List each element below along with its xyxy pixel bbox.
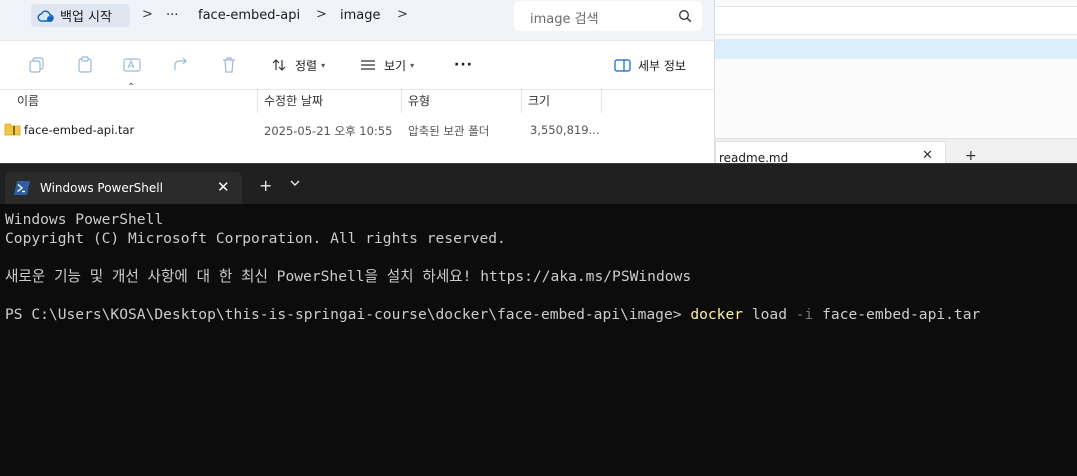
cloud-backup-icon <box>37 10 54 22</box>
view-list-icon <box>361 60 375 70</box>
command-line[interactable]: PS C:\Users\KOSA\Desktop\this-is-springa… <box>5 305 1065 324</box>
column-header-type[interactable]: 유형 <box>408 92 430 109</box>
details-pane-icon <box>614 58 631 72</box>
command-flag: -i <box>795 306 814 323</box>
view-button[interactable]: 보기 ▾ <box>360 53 414 77</box>
new-tab-icon[interactable]: + <box>259 176 272 195</box>
search-icon <box>679 10 692 23</box>
sort-label: 정렬 <box>295 58 318 73</box>
background-editor-window: readme.md ✕ + <box>714 0 1077 165</box>
chevron-right-icon: > <box>316 7 327 22</box>
command-bar: 정렬 ▾ 보기 ▾ ··· 세부 정보 <box>0 40 714 90</box>
selected-line-highlight <box>715 39 1077 59</box>
editor-toolbar <box>715 6 1077 35</box>
search-placeholder: image 검색 <box>530 12 599 27</box>
terminal-line: 새로운 기능 및 개선 사항에 대 한 최신 PowerShell을 설치 하세… <box>5 268 692 285</box>
breadcrumb-home-label: 백업 시작 <box>60 10 112 25</box>
search-input[interactable]: image 검색 <box>514 1 702 31</box>
details-label: 세부 정보 <box>638 58 686 73</box>
column-divider[interactable] <box>257 88 258 113</box>
breadcrumb-home[interactable]: 백업 시작 <box>31 4 130 27</box>
file-name: face-embed-api.tar <box>24 123 135 137</box>
column-divider[interactable] <box>401 88 402 113</box>
more-icon: ··· <box>454 57 473 73</box>
file-explorer-window: 백업 시작 > ··· face-embed-api > image > ima… <box>0 0 714 163</box>
breadcrumb-overflow[interactable]: ··· <box>166 8 178 23</box>
chevron-right-icon[interactable]: > <box>397 7 408 22</box>
column-divider[interactable] <box>601 88 602 113</box>
sort-button[interactable]: 정렬 ▾ <box>271 53 325 77</box>
file-size: 3,550,819... <box>530 123 600 137</box>
sort-icon <box>272 59 286 71</box>
chevron-down-icon[interactable] <box>289 178 301 188</box>
rename-icon[interactable] <box>123 56 141 74</box>
column-header-modified[interactable]: 수정한 날짜 <box>264 92 323 109</box>
terminal-output[interactable]: Windows PowerShell Copyright (C) Microso… <box>5 210 1065 324</box>
chevron-down-icon: ▾ <box>321 60 326 70</box>
copy-icon[interactable] <box>28 56 46 74</box>
paste-icon[interactable] <box>76 56 94 74</box>
sort-ascending-icon: ⌃ <box>127 82 136 93</box>
details-pane-button[interactable]: 세부 정보 <box>614 53 686 77</box>
close-icon[interactable]: ✕ <box>217 178 230 196</box>
address-bar: 백업 시작 > ··· face-embed-api > image > ima… <box>0 0 714 40</box>
powershell-window: Windows PowerShell ✕ + Windows PowerShel… <box>0 163 1077 476</box>
terminal-tab-bar: Windows PowerShell ✕ + <box>0 163 1077 204</box>
chevron-down-icon: ▾ <box>410 60 415 70</box>
powershell-icon <box>14 181 30 195</box>
command-arg: face-embed-api.tar <box>813 306 981 323</box>
command-arg: load <box>743 306 796 323</box>
column-headers: ⌃ 이름 수정한 날짜 유형 크기 <box>0 82 714 113</box>
file-row[interactable]: face-embed-api.tar 2025-05-21 오후 10:55 압… <box>0 118 714 142</box>
delete-icon[interactable] <box>220 56 238 74</box>
editor-tab-strip: readme.md ✕ + <box>715 138 1077 165</box>
breadcrumb-face-embed-api[interactable]: face-embed-api <box>198 8 300 23</box>
file-modified: 2025-05-21 오후 10:55 <box>264 124 393 138</box>
column-divider[interactable] <box>521 88 522 113</box>
terminal-line: Windows PowerShell <box>5 211 164 228</box>
tab-powershell-title: Windows PowerShell <box>40 181 163 195</box>
tab-powershell[interactable]: Windows PowerShell ✕ <box>5 172 242 204</box>
terminal-line: Copyright (C) Microsoft Corporation. All… <box>5 230 506 247</box>
column-header-name[interactable]: 이름 <box>17 92 39 109</box>
close-icon[interactable]: ✕ <box>922 148 933 163</box>
add-tab-icon[interactable]: + <box>965 148 977 164</box>
zip-folder-icon <box>4 123 21 136</box>
chevron-right-icon: > <box>142 7 153 22</box>
share-icon[interactable] <box>172 56 190 74</box>
view-label: 보기 <box>384 58 407 73</box>
column-header-size[interactable]: 크기 <box>528 92 550 109</box>
file-type: 압축된 보관 폴더 <box>408 124 490 138</box>
tab-readme[interactable]: readme.md ✕ <box>715 141 946 165</box>
more-options-button[interactable]: ··· <box>454 53 473 77</box>
breadcrumb-image[interactable]: image <box>340 8 381 23</box>
prompt: PS C:\Users\KOSA\Desktop\this-is-springa… <box>5 306 691 323</box>
command-name: docker <box>690 306 744 323</box>
